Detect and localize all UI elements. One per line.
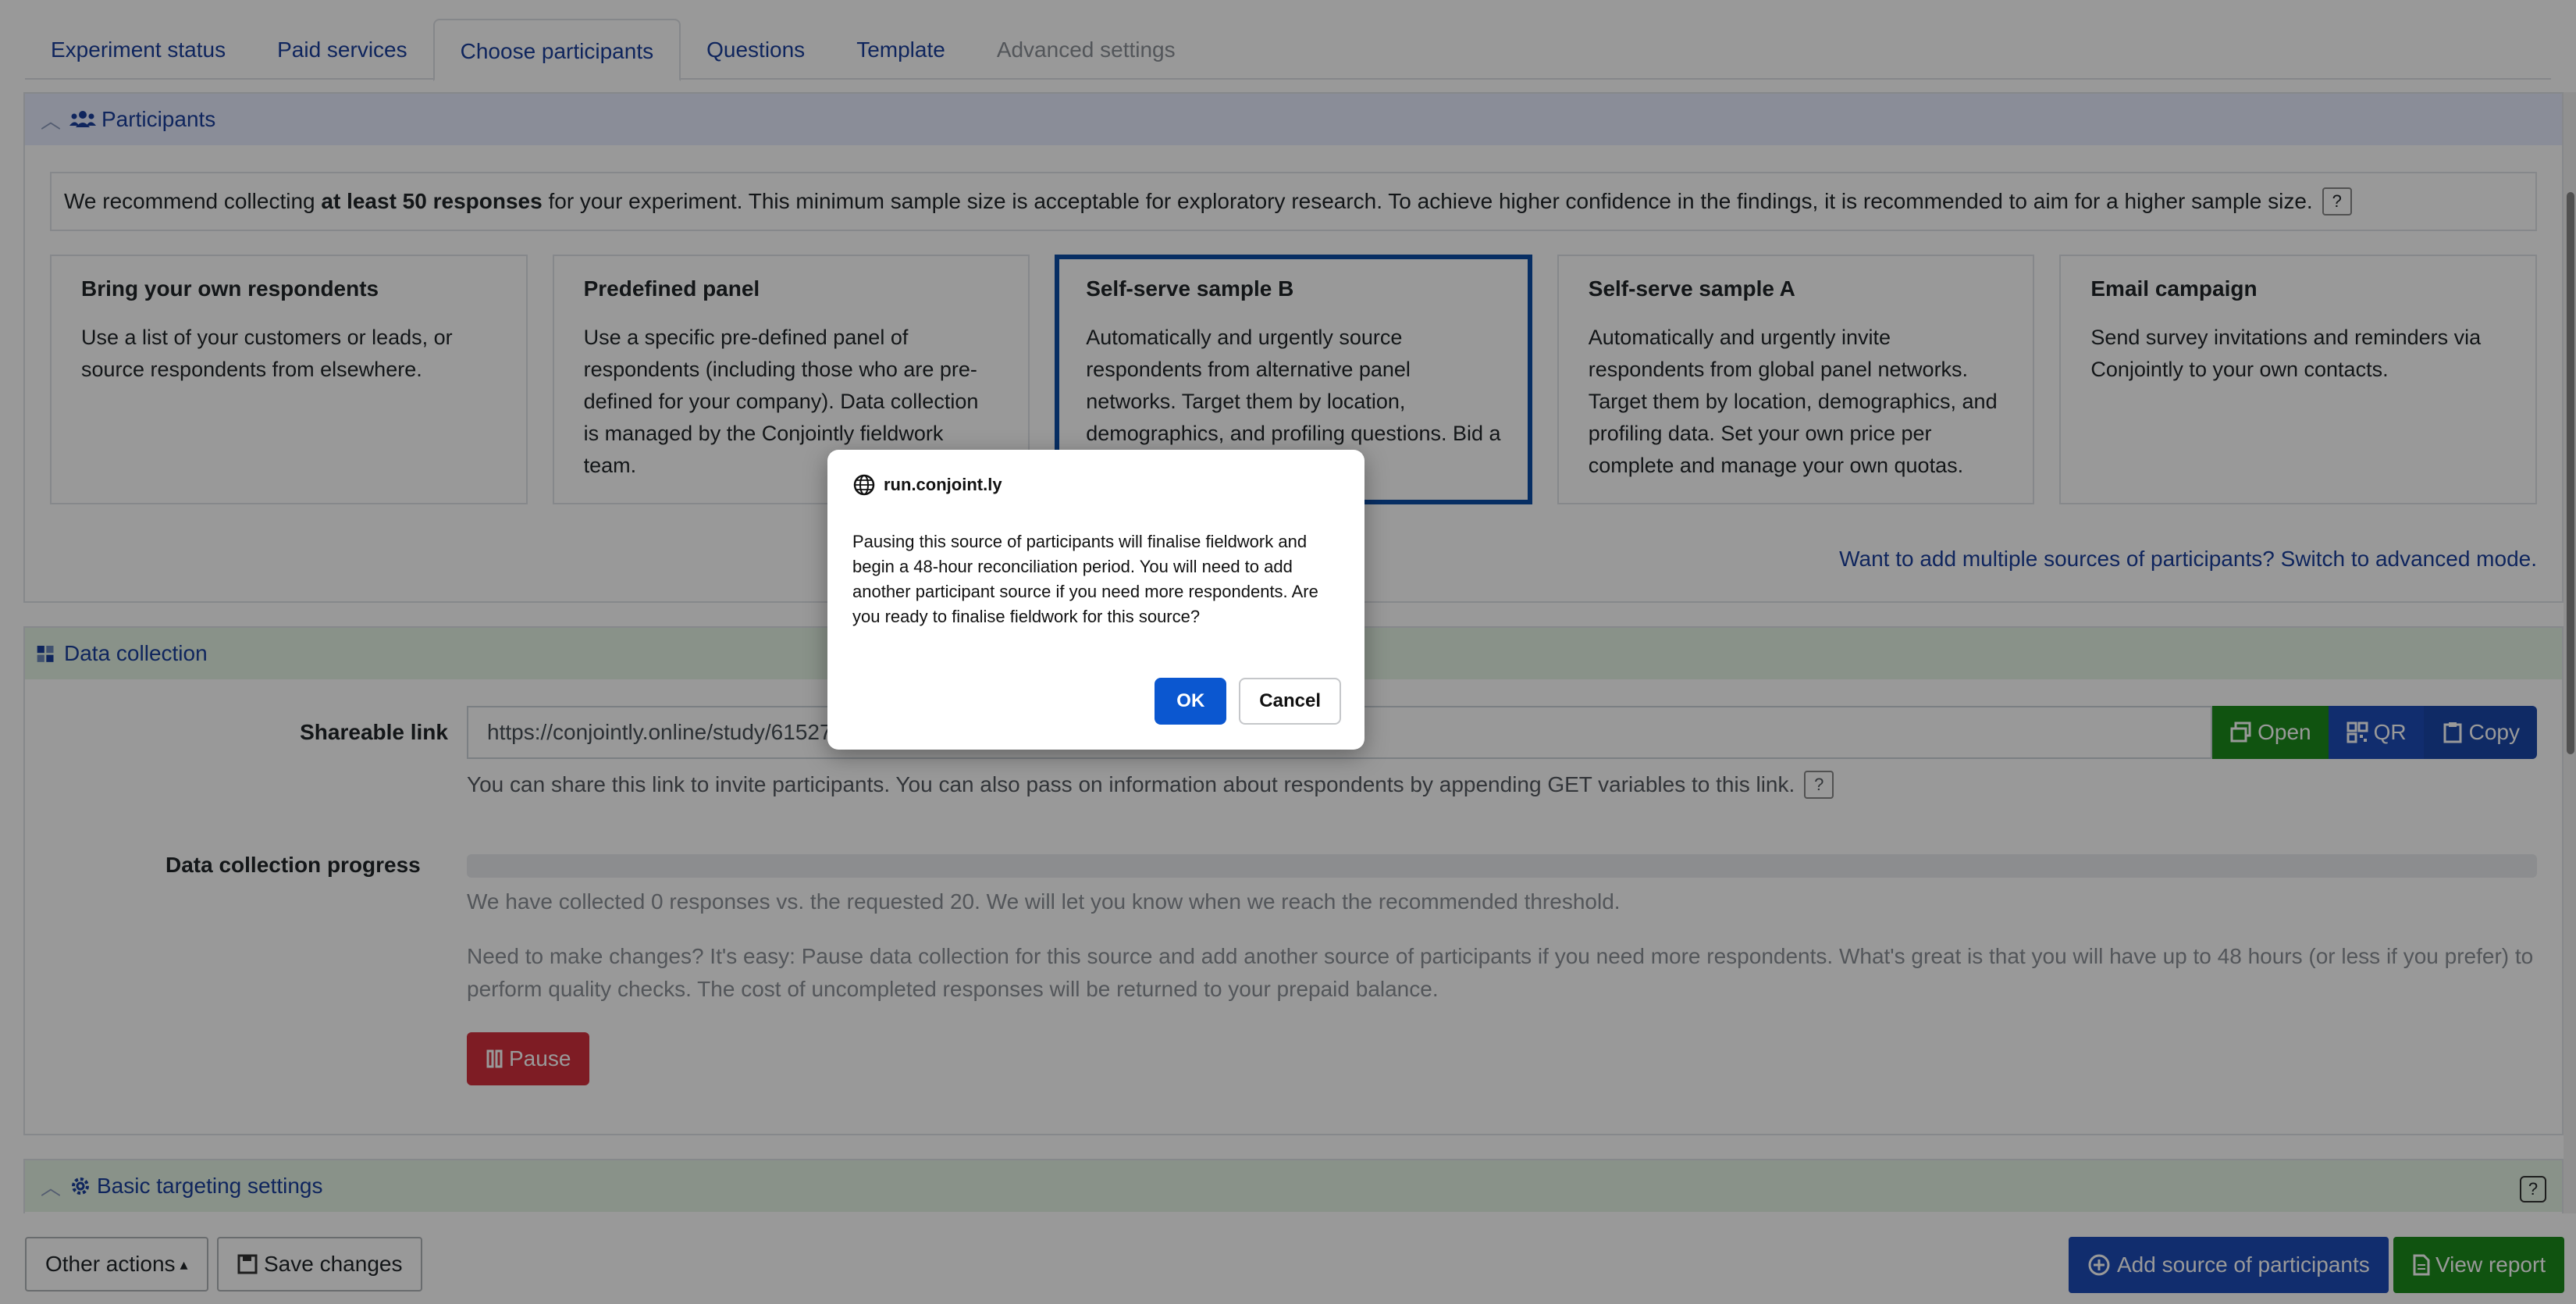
globe-icon (853, 474, 875, 496)
confirm-dialog: run.conjoint.ly Pausing this source of p… (827, 450, 1364, 750)
dialog-origin: run.conjoint.ly (852, 473, 1340, 497)
dialog-cancel-button[interactable]: Cancel (1239, 678, 1341, 725)
dialog-ok-button[interactable]: OK (1155, 678, 1227, 725)
dialog-message: Pausing this source of participants will… (852, 532, 1318, 626)
dialog-origin-text: run.conjoint.ly (884, 475, 1002, 494)
dialog-buttons: OK Cancel (1155, 678, 1341, 725)
